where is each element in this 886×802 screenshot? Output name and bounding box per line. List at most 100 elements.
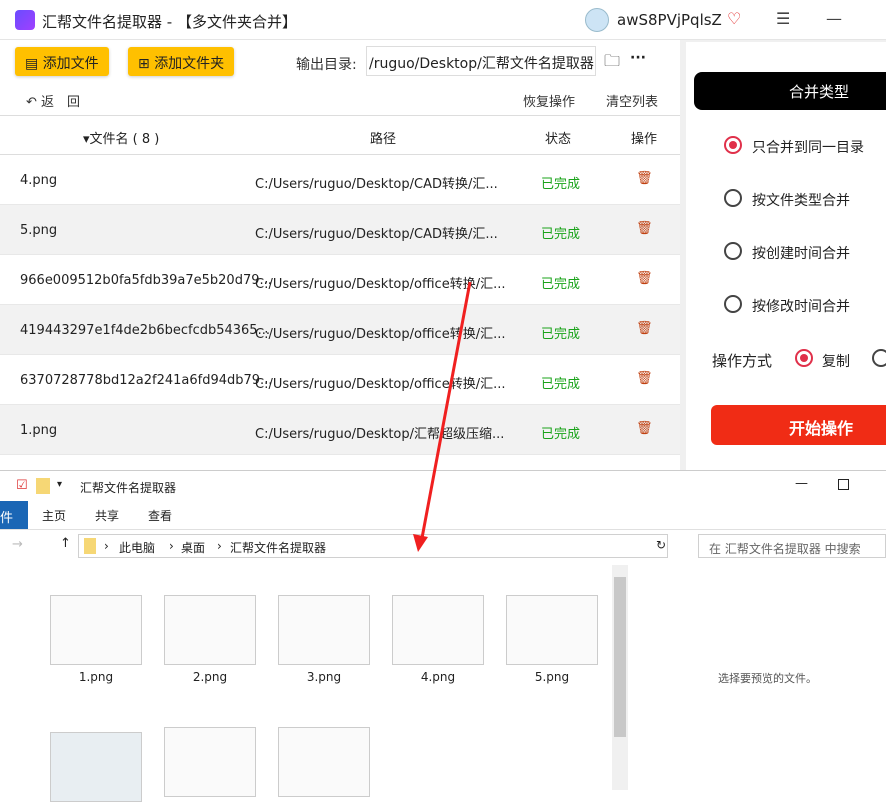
file-name: 4.png (20, 173, 58, 188)
folder-icon (36, 478, 50, 494)
file-path: C:/Users/ruguo/Desktop/office转换/汇... (255, 277, 506, 292)
file-thumbnail[interactable] (392, 595, 484, 665)
tab-file[interactable]: 件 (0, 501, 28, 529)
avatar[interactable] (585, 8, 609, 32)
file-label[interactable]: 1.png (50, 670, 142, 684)
folder-icon (84, 538, 96, 554)
merge-option-label[interactable]: 按创建时间合并 (752, 243, 850, 263)
trash-icon[interactable]: 🗑 (636, 221, 653, 236)
merge-option-radio[interactable] (724, 242, 742, 260)
quick-access-dropdown[interactable]: ▾ (57, 479, 62, 490)
scrollbar[interactable] (612, 565, 628, 790)
add-folder-button[interactable]: ⊞ 添加文件夹 (128, 47, 235, 76)
file-name: 419443297e1f4de2b6becfcdb54365... (20, 323, 270, 338)
file-name: 966e009512b0fa5fdb39a7e5b20d79... (20, 273, 272, 288)
tab-view[interactable]: 查看 (148, 507, 172, 524)
window-title: 汇帮文件名提取器 - 【多文件夹合并】 (42, 13, 297, 31)
crumb-pc[interactable]: 此电脑 (119, 539, 155, 556)
table-row[interactable]: 1.png C:/Users/ruguo/Desktop/汇帮超级压缩... 已… (0, 405, 680, 455)
status-badge: 已完成 (541, 377, 581, 392)
restore-button[interactable]: 恢复操作 (523, 91, 575, 110)
merge-option-label[interactable]: 按修改时间合并 (752, 296, 850, 316)
app-logo-icon (15, 10, 35, 30)
properties-icon[interactable]: ☑ (16, 478, 28, 493)
explorer-maximize[interactable] (838, 479, 849, 490)
output-dir-input[interactable]: /ruguo/Desktop/汇帮文件名提取器 (366, 46, 596, 76)
header-action: 操作 (631, 132, 658, 147)
file-thumbnail[interactable] (164, 595, 256, 665)
file-path: C:/Users/ruguo/Desktop/汇帮超级压缩... (255, 427, 505, 442)
crumb-desktop[interactable]: 桌面 (181, 539, 205, 556)
merge-option-radio[interactable] (724, 189, 742, 207)
header-name[interactable]: ▾文件名 ( 8 ) (83, 128, 159, 147)
folder-open-icon[interactable]: 🗀 (604, 50, 620, 77)
table-row[interactable]: 4.png C:/Users/ruguo/Desktop/CAD转换/汇... … (0, 155, 680, 205)
add-folder-label: 添加文件夹 (154, 56, 225, 72)
tab-home[interactable]: 主页 (42, 507, 66, 524)
file-label[interactable]: 5.png (506, 670, 598, 684)
search-input[interactable]: 在 汇帮文件名提取器 中搜索 (698, 534, 886, 558)
file-thumbnail[interactable] (278, 595, 370, 665)
file-thumbnail[interactable] (506, 595, 598, 665)
file-thumbnail[interactable] (164, 727, 256, 797)
trash-icon[interactable]: 🗑 (636, 321, 653, 336)
add-file-button[interactable]: ▤ 添加文件 (15, 47, 109, 76)
vip-icon: ♡ (727, 9, 742, 28)
menu-icon[interactable]: ☰ (776, 9, 790, 28)
merge-type-header: 合并类型 (694, 72, 886, 110)
file-thumbnail[interactable] (278, 727, 370, 797)
trash-icon[interactable]: 🗑 (636, 421, 653, 436)
output-label: 输出目录: (296, 57, 357, 73)
mode-copy-label: 复制 (822, 354, 850, 370)
file-thumbnail[interactable] (50, 732, 142, 802)
ribbon (0, 500, 886, 530)
table-row[interactable]: 966e009512b0fa5fdb39a7e5b20d79... C:/Use… (0, 255, 680, 305)
file-path: C:/Users/ruguo/Desktop/CAD转换/汇... (255, 227, 498, 242)
clear-list-button[interactable]: 清空列表 (606, 91, 658, 110)
back-button[interactable]: ↶ 返 回 (26, 91, 80, 110)
username[interactable]: awS8PVjPqlsZ (617, 11, 722, 29)
refresh-icon[interactable]: ↻ (656, 538, 666, 552)
merge-option-radio[interactable] (724, 295, 742, 313)
file-path: C:/Users/ruguo/Desktop/CAD转换/汇... (255, 177, 498, 192)
merge-option-label[interactable]: 按文件类型合并 (752, 190, 850, 210)
file-thumbnail[interactable] (50, 595, 142, 665)
file-label[interactable]: 3.png (278, 670, 370, 684)
trash-icon[interactable]: 🗑 (636, 371, 653, 386)
more-button[interactable]: ··· (630, 50, 646, 66)
status-badge: 已完成 (541, 277, 581, 292)
trash-icon[interactable]: 🗑 (636, 171, 653, 186)
merge-option-radio[interactable] (724, 136, 742, 154)
status-badge: 已完成 (541, 427, 581, 442)
table-row[interactable]: 419443297e1f4de2b6becfcdb54365... C:/Use… (0, 305, 680, 355)
table-row[interactable]: 5.png C:/Users/ruguo/Desktop/CAD转换/汇... … (0, 205, 680, 255)
forward-icon[interactable]: → (12, 537, 23, 552)
file-name: 6370728778bd12a2f241a6fd94db79... (20, 373, 273, 388)
header-path: 路径 (370, 132, 397, 147)
mode-label: 操作方式 (712, 352, 773, 370)
file-name: 1.png (20, 423, 58, 438)
file-label[interactable]: 2.png (164, 670, 256, 684)
file-path: C:/Users/ruguo/Desktop/office转换/汇... (255, 327, 506, 342)
file-path: C:/Users/ruguo/Desktop/office转换/汇... (255, 377, 506, 392)
crumb-folder[interactable]: 汇帮文件名提取器 (230, 539, 326, 556)
address-bar[interactable]: › 此电脑 › 桌面 › 汇帮文件名提取器 ↻ (78, 534, 668, 558)
explorer-title: 汇帮文件名提取器 (80, 481, 177, 495)
add-file-label: 添加文件 (42, 56, 99, 72)
file-label[interactable]: 4.png (392, 670, 484, 684)
mode-other-radio[interactable] (872, 349, 886, 367)
status-badge: 已完成 (541, 177, 581, 192)
start-button[interactable]: 开始操作 (711, 405, 886, 445)
tab-share[interactable]: 共享 (95, 507, 119, 524)
minimize-icon[interactable]: — (826, 9, 842, 28)
trash-icon[interactable]: 🗑 (636, 271, 653, 286)
file-name: 5.png (20, 223, 58, 238)
table-header: ▾文件名 ( 8 ) 路径 状态 操作 (0, 115, 680, 155)
explorer-minimize[interactable]: — (795, 476, 808, 491)
up-icon[interactable]: ↑ (60, 536, 71, 551)
preview-text: 选择要预览的文件。 (718, 672, 817, 685)
merge-option-label[interactable]: 只合并到同一目录 (752, 137, 864, 157)
table-row[interactable]: 6370728778bd12a2f241a6fd94db79... C:/Use… (0, 355, 680, 405)
mode-copy-radio[interactable] (795, 349, 813, 367)
back-label: 返 回 (41, 95, 81, 110)
